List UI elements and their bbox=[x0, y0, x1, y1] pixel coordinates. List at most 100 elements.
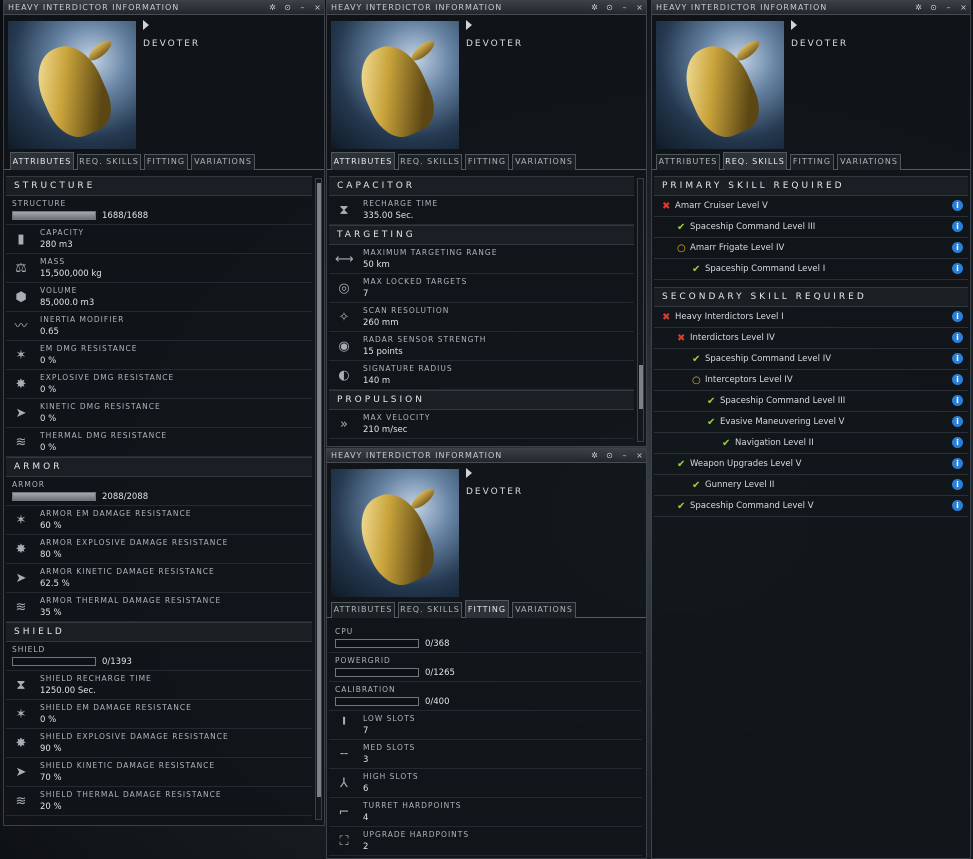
pin-icon[interactable]: ✲ bbox=[589, 3, 600, 13]
info-icon[interactable]: i bbox=[952, 242, 963, 253]
title-bar[interactable]: HEAVY INTERDICTOR INFORMATION ✲ ⊙ – × bbox=[4, 1, 324, 15]
minimize-icon[interactable]: – bbox=[297, 3, 308, 13]
info-icon[interactable]: i bbox=[952, 437, 963, 448]
attribute-list: CAPACITOR ⧗ RECHARGE TIME 335.00 Sec. TARG… bbox=[327, 176, 646, 446]
attribute-label: THERMAL DMG RESISTANCE bbox=[40, 431, 168, 440]
info-icon[interactable]: i bbox=[952, 263, 963, 274]
scrollbar-thumb[interactable] bbox=[317, 183, 321, 797]
attribute-row: ◐ SIGNATURE RADIUS 140 m bbox=[329, 361, 634, 390]
info-icon[interactable]: i bbox=[952, 500, 963, 511]
skill-row[interactable]: ✖ Interdictors Level IV i bbox=[654, 328, 968, 349]
options-icon[interactable]: ⊙ bbox=[928, 3, 939, 13]
close-icon[interactable]: × bbox=[312, 3, 323, 13]
attribute-value: 7 bbox=[363, 289, 369, 299]
attribute-value: 80 % bbox=[40, 550, 62, 560]
skill-row[interactable]: ✔ Spaceship Command Level III i bbox=[654, 391, 968, 412]
info-icon[interactable]: i bbox=[952, 332, 963, 343]
close-icon[interactable]: × bbox=[958, 3, 969, 13]
skill-row[interactable]: ✔ Spaceship Command Level V i bbox=[654, 496, 968, 517]
ship-name: DEVOTER bbox=[791, 39, 849, 49]
title-bar[interactable]: HEAVY INTERDICTOR INFORMATION ✲ ⊙ – × bbox=[327, 449, 646, 463]
attribute-label: ARMOR EM DAMAGE RESISTANCE bbox=[40, 509, 192, 518]
skill-row[interactable]: ✔ Gunnery Level II i bbox=[654, 475, 968, 496]
attribute-row: ⧗ SHIELD RECHARGE TIME 1250.00 Sec. bbox=[6, 671, 312, 700]
scan-icon: ✧ bbox=[338, 310, 350, 325]
options-icon[interactable]: ⊙ bbox=[282, 3, 293, 13]
attribute-row: ⬢ VOLUME 85,000.0 m3 bbox=[6, 283, 312, 312]
info-icon[interactable]: i bbox=[952, 221, 963, 232]
info-icon[interactable]: i bbox=[952, 416, 963, 427]
title-bar[interactable]: HEAVY INTERDICTOR INFORMATION ✲ ⊙ – × bbox=[652, 1, 970, 15]
skill-row[interactable]: ✔ Spaceship Command Level IV i bbox=[654, 349, 968, 370]
info-icon[interactable]: i bbox=[952, 395, 963, 406]
close-icon[interactable]: × bbox=[634, 3, 645, 13]
info-icon[interactable]: i bbox=[952, 479, 963, 490]
skill-row[interactable]: ✖ Heavy Interdictors Level I i bbox=[654, 307, 968, 328]
expand-arrow-icon[interactable] bbox=[791, 20, 797, 30]
tab-req-skills[interactable]: REQ. SKILLS bbox=[77, 154, 141, 170]
skill-row[interactable]: ✔ Navigation Level II i bbox=[654, 433, 968, 454]
attribute-value: 210 m/sec bbox=[363, 425, 408, 435]
info-icon[interactable]: i bbox=[952, 311, 963, 322]
attribute-label: EXPLOSIVE DMG RESISTANCE bbox=[40, 373, 175, 382]
ship-header: DEVOTER bbox=[652, 15, 970, 152]
tab-fitting[interactable]: FITTING bbox=[465, 600, 509, 618]
minimize-icon[interactable]: – bbox=[943, 3, 954, 13]
pin-icon[interactable]: ✲ bbox=[589, 451, 600, 461]
bar-value: 0/400 bbox=[425, 697, 450, 707]
attribute-value: 0 % bbox=[40, 715, 57, 725]
expand-arrow-icon[interactable] bbox=[466, 20, 472, 30]
scrollbar-thumb[interactable] bbox=[639, 365, 643, 409]
skill-row[interactable]: ○ Amarr Frigate Level IV i bbox=[654, 238, 968, 259]
attribute-row: ➤ ARMOR KINETIC DAMAGE RESISTANCE 62.5 % bbox=[6, 564, 312, 593]
options-icon[interactable]: ⊙ bbox=[604, 451, 615, 461]
explosive-icon: ✸ bbox=[15, 736, 27, 751]
skill-row[interactable]: ✔ Spaceship Command Level III i bbox=[654, 217, 968, 238]
tab-fitting[interactable]: FITTING bbox=[465, 154, 509, 170]
ship-image bbox=[331, 469, 459, 597]
scrollbar[interactable] bbox=[637, 178, 644, 442]
tab-variations[interactable]: VARIATIONS bbox=[191, 154, 255, 170]
attribute-label: ARMOR KINETIC DAMAGE RESISTANCE bbox=[40, 567, 215, 576]
tab-req-skills[interactable]: REQ. SKILLS bbox=[398, 602, 462, 618]
target-icon: ◎ bbox=[338, 281, 350, 296]
tab-attributes[interactable]: ATTRIBUTES bbox=[331, 152, 395, 170]
expand-arrow-icon[interactable] bbox=[143, 20, 149, 30]
tab-attributes[interactable]: ATTRIBUTES bbox=[10, 152, 74, 170]
tab-fitting[interactable]: FITTING bbox=[790, 154, 834, 170]
attribute-row: ◉ RADAR SENSOR STRENGTH 15 points bbox=[329, 332, 634, 361]
minimize-icon[interactable]: – bbox=[619, 451, 630, 461]
attribute-label: SHIELD RECHARGE TIME bbox=[40, 674, 152, 683]
options-icon[interactable]: ⊙ bbox=[604, 3, 615, 13]
pin-icon[interactable]: ✲ bbox=[913, 3, 924, 13]
skill-row[interactable]: ✔ Weapon Upgrades Level V i bbox=[654, 454, 968, 475]
tab-req-skills[interactable]: REQ. SKILLS bbox=[723, 152, 787, 170]
attribute-value: 20 % bbox=[40, 802, 62, 812]
partial-circle-icon: ○ bbox=[677, 243, 686, 254]
tab-attributes[interactable]: ATTRIBUTES bbox=[331, 602, 395, 618]
skill-row[interactable]: ✔ Evasive Maneuvering Level V i bbox=[654, 412, 968, 433]
expand-arrow-icon[interactable] bbox=[466, 468, 472, 478]
close-icon[interactable]: × bbox=[634, 451, 645, 461]
bar-value: 0/1265 bbox=[425, 668, 455, 678]
minimize-icon[interactable]: – bbox=[619, 3, 630, 13]
tab-variations[interactable]: VARIATIONS bbox=[837, 154, 901, 170]
tab-fitting[interactable]: FITTING bbox=[144, 154, 188, 170]
pin-icon[interactable]: ✲ bbox=[267, 3, 278, 13]
tab-attributes[interactable]: ATTRIBUTES bbox=[656, 154, 720, 170]
info-icon[interactable]: i bbox=[952, 200, 963, 211]
info-icon[interactable]: i bbox=[952, 353, 963, 364]
scrollbar[interactable] bbox=[315, 178, 322, 820]
info-icon[interactable]: i bbox=[952, 374, 963, 385]
tab-variations[interactable]: VARIATIONS bbox=[512, 602, 576, 618]
tab-req-skills[interactable]: REQ. SKILLS bbox=[398, 154, 462, 170]
attribute-row: ◎ MAX LOCKED TARGETS 7 bbox=[329, 274, 634, 303]
kinetic-icon: ➤ bbox=[15, 406, 27, 421]
info-icon[interactable]: i bbox=[952, 458, 963, 469]
skill-row[interactable]: ○ Interceptors Level IV i bbox=[654, 370, 968, 391]
attribute-row: ⚖ MASS 15,500,000 kg bbox=[6, 254, 312, 283]
tab-variations[interactable]: VARIATIONS bbox=[512, 154, 576, 170]
skill-row[interactable]: ✔ Spaceship Command Level I i bbox=[654, 259, 968, 280]
skill-row[interactable]: ✖ Amarr Cruiser Level V i bbox=[654, 196, 968, 217]
title-bar[interactable]: HEAVY INTERDICTOR INFORMATION ✲ ⊙ – × bbox=[327, 1, 646, 15]
